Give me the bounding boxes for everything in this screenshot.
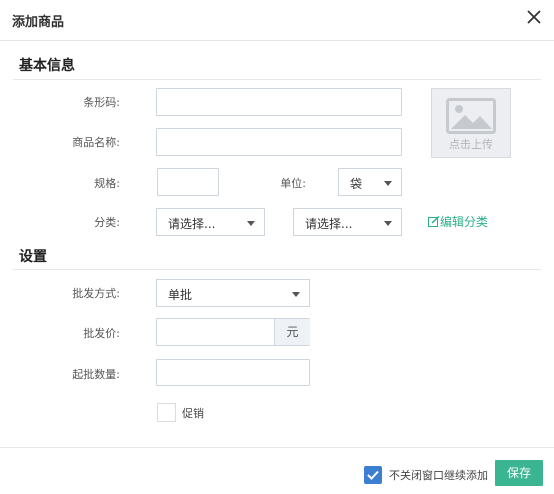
product-name-label: 商品名称: <box>72 136 120 149</box>
spec-input[interactable] <box>157 168 219 196</box>
keep-open-label: 不关闭窗口继续添加 <box>389 469 488 482</box>
product-name-input[interactable] <box>156 128 402 156</box>
section-title-settings: 设置 <box>19 249 47 265</box>
category-select-primary[interactable]: 请选择... <box>156 208 265 236</box>
chevron-down-icon <box>384 221 392 226</box>
barcode-input[interactable] <box>156 88 402 116</box>
section-divider-settings <box>13 269 541 270</box>
unit-label: 单位: <box>280 177 306 190</box>
unit-select-value: 袋 <box>350 177 363 191</box>
section-divider-basic <box>13 79 541 80</box>
promo-checkbox[interactable] <box>157 403 176 422</box>
footer-divider <box>0 447 554 448</box>
wholesale-method-label: 批发方式: <box>72 287 120 300</box>
close-icon <box>527 10 541 24</box>
category-label: 分类: <box>94 216 120 229</box>
image-upload[interactable]: 点击上传 <box>431 88 511 158</box>
dialog-title: 添加商品 <box>12 15 65 30</box>
category-select-primary-value: 请选择... <box>168 217 216 231</box>
save-button[interactable]: 保存 <box>495 460 543 486</box>
min-qty-input[interactable] <box>156 359 310 386</box>
header-divider <box>0 40 554 41</box>
checkmark-icon <box>367 470 379 480</box>
wholesale-method-value: 单批 <box>168 288 193 302</box>
spec-label: 规格: <box>94 177 120 190</box>
close-button[interactable] <box>523 6 545 28</box>
wholesale-price-label: 批发价: <box>83 327 120 340</box>
category-select-secondary-value: 请选择... <box>305 217 353 231</box>
category-select-secondary[interactable]: 请选择... <box>293 208 402 236</box>
price-unit-addon: 元 <box>274 319 310 345</box>
image-placeholder-icon <box>446 98 496 134</box>
promo-label: 促销 <box>182 407 204 420</box>
unit-select[interactable]: 袋 <box>338 168 402 196</box>
edit-icon <box>428 215 440 227</box>
chevron-down-icon <box>292 292 300 297</box>
chevron-down-icon <box>384 181 392 186</box>
wholesale-price-input[interactable]: 元 <box>156 318 310 346</box>
wholesale-method-select[interactable]: 单批 <box>156 279 310 307</box>
section-title-basic: 基本信息 <box>19 58 75 74</box>
min-qty-label: 起批数量: <box>72 368 120 381</box>
chevron-down-icon <box>247 221 255 226</box>
edit-category-label: 编辑分类 <box>440 215 489 229</box>
keep-open-checkbox[interactable] <box>364 466 382 484</box>
barcode-label: 条形码: <box>83 96 120 109</box>
upload-label: 点击上传 <box>449 138 493 151</box>
edit-category-link[interactable]: 编辑分类 <box>428 213 488 230</box>
